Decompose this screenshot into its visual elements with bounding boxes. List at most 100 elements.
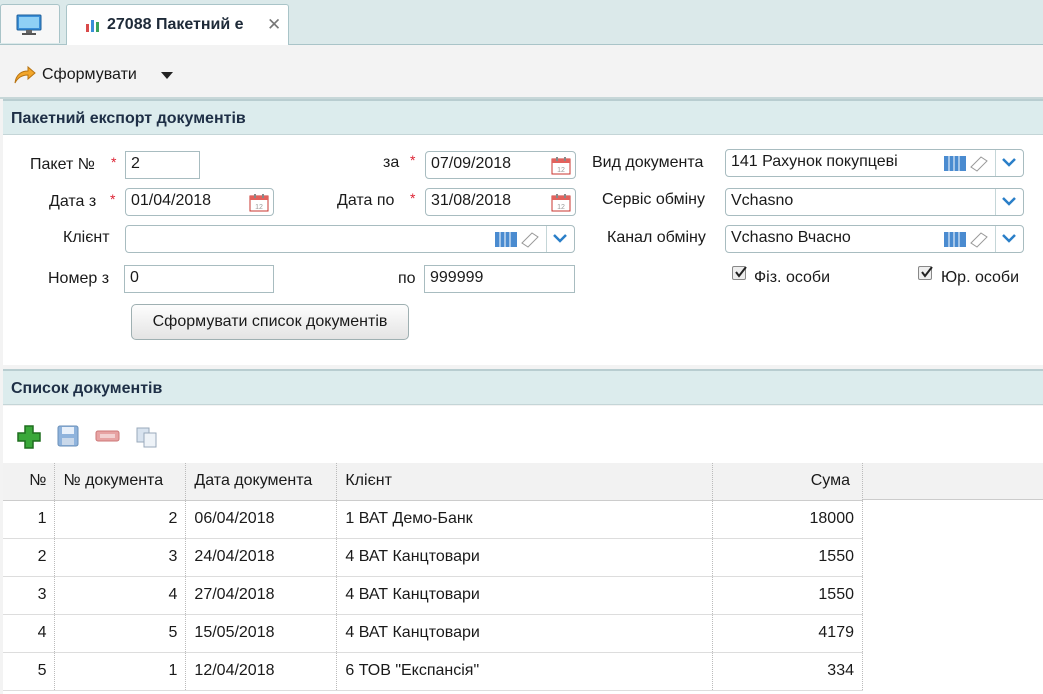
column-header-client[interactable]: Клієнт <box>336 463 714 501</box>
table-row[interactable]: 1 2 06/04/2018 1 ВАТ Демо-Банк 18000 <box>3 500 863 539</box>
cell-client: 4 ВАТ Канцтовари <box>336 614 714 653</box>
list-panel-title: Список документів <box>11 380 163 397</box>
column-header-doc-date[interactable]: Дата документа <box>185 463 338 501</box>
export-panel-header: Пакетний експорт документів <box>3 99 1043 135</box>
form-menu-label: Сформувати <box>42 66 137 83</box>
cell-doc-date: 27/04/2018 <box>185 576 338 615</box>
cell-row-number: 1 <box>3 500 56 539</box>
cell-client: 1 ВАТ Демо-Банк <box>336 500 714 539</box>
close-icon[interactable]: ✕ <box>267 15 281 35</box>
cell-doc-date: 12/04/2018 <box>185 652 338 691</box>
chart-icon <box>86 20 99 32</box>
cell-sum: 1550 <box>712 576 863 615</box>
date-to-label: Дата по <box>337 192 395 209</box>
client-label: Клієнт <box>63 229 110 246</box>
directory-icon[interactable] <box>494 231 542 248</box>
number-from-input[interactable]: 0 <box>124 265 274 293</box>
documents-grid: № № документа Дата документа Клієнт Сума… <box>3 463 863 691</box>
cell-doc-date: 24/04/2018 <box>185 538 338 577</box>
tab-document[interactable]: 27088 Пакетний е ✕ <box>66 4 289 45</box>
caret-down-icon <box>161 72 173 79</box>
build-list-button[interactable]: Сформувати список документів <box>131 304 409 340</box>
grid-header-row: № № документа Дата документа Клієнт Сума <box>3 463 863 501</box>
yur-checkbox[interactable] <box>918 266 933 280</box>
directory-icon[interactable] <box>943 155 991 172</box>
chevron-down-icon[interactable] <box>995 189 1023 215</box>
cell-sum: 1550 <box>712 538 863 577</box>
channel-select[interactable]: Vchasno Вчасно <box>725 225 1024 253</box>
channel-label: Канал обміну <box>607 229 706 246</box>
date-to-input[interactable]: 31/08/2018 12 <box>425 188 576 216</box>
save-icon[interactable] <box>57 425 79 447</box>
date-from-label: Дата з <box>49 193 97 210</box>
cell-sum: 4179 <box>712 614 863 653</box>
service-select[interactable]: Vchasno <box>725 188 1024 216</box>
table-row[interactable]: 2 3 24/04/2018 4 ВАТ Канцтовари 1550 <box>3 538 863 577</box>
required-mark: * <box>410 190 416 206</box>
cell-client: 4 ВАТ Канцтовари <box>336 576 714 615</box>
cell-row-number: 2 <box>3 538 56 577</box>
packet-label: Пакет № <box>30 156 95 173</box>
grid-header-filler <box>863 463 1043 500</box>
cell-sum: 334 <box>712 652 863 691</box>
cell-sum: 18000 <box>712 500 863 539</box>
cell-row-number: 4 <box>3 614 56 653</box>
cell-doc-number: 2 <box>54 500 187 539</box>
add-icon[interactable] <box>16 424 42 450</box>
svg-text:12: 12 <box>557 167 565 174</box>
packet-input[interactable]: 2 <box>125 151 200 179</box>
cell-row-number: 3 <box>3 576 56 615</box>
cell-doc-number: 3 <box>54 538 187 577</box>
cell-doc-number: 1 <box>54 652 187 691</box>
form-menu-button[interactable]: Сформувати <box>8 59 178 91</box>
copy-icon[interactable] <box>135 426 159 448</box>
calendar-icon[interactable]: 12 <box>551 156 571 175</box>
cell-client: 4 ВАТ Канцтовари <box>336 538 714 577</box>
yur-label: Юр. особи <box>941 269 1020 286</box>
doc-type-select[interactable]: 141 Рахунок покупцеві <box>725 149 1024 177</box>
number-from-label: Номер з <box>48 270 110 287</box>
delete-icon[interactable] <box>95 428 120 444</box>
cell-doc-number: 5 <box>54 614 187 653</box>
calendar-icon[interactable]: 12 <box>249 193 269 212</box>
export-panel-title: Пакетний експорт документів <box>11 110 246 127</box>
tab-document-title: 27088 Пакетний е <box>107 16 244 33</box>
number-to-input[interactable]: 999999 <box>424 265 575 293</box>
list-panel-header: Список документів <box>3 369 1043 405</box>
fiz-checkbox[interactable] <box>732 266 747 280</box>
monitor-icon <box>16 14 42 35</box>
fiz-label: Фіз. особи <box>754 269 831 286</box>
cell-client: 6 ТОВ "Експансія" <box>336 652 714 691</box>
table-row[interactable]: 3 4 27/04/2018 4 ВАТ Канцтовари 1550 <box>3 576 863 615</box>
column-header-sum[interactable]: Сума <box>712 463 863 501</box>
za-date-input[interactable]: 07/09/2018 12 <box>425 151 576 179</box>
date-from-input[interactable]: 01/04/2018 12 <box>125 188 274 216</box>
cell-doc-number: 4 <box>54 576 187 615</box>
table-row[interactable]: 5 1 12/04/2018 6 ТОВ "Експансія" 334 <box>3 652 863 691</box>
toolbar: Сформувати <box>0 53 1043 99</box>
directory-icon[interactable] <box>943 231 991 248</box>
cell-row-number: 5 <box>3 652 56 691</box>
required-mark: * <box>410 152 416 168</box>
cell-doc-date: 15/05/2018 <box>185 614 338 653</box>
svg-text:12: 12 <box>557 204 565 211</box>
service-label: Сервіс обміну <box>602 191 705 208</box>
column-header-number[interactable]: № <box>3 463 56 501</box>
tab-home[interactable] <box>0 4 60 43</box>
required-mark: * <box>111 154 117 170</box>
svg-text:12: 12 <box>255 204 263 211</box>
number-to-label: по <box>398 270 416 287</box>
table-row[interactable]: 4 5 15/05/2018 4 ВАТ Канцтовари 4179 <box>3 614 863 653</box>
calendar-icon[interactable]: 12 <box>551 193 571 212</box>
column-header-doc-number[interactable]: № документа <box>54 463 187 501</box>
required-mark: * <box>110 191 116 207</box>
doc-type-label: Вид документа <box>592 154 704 171</box>
chevron-down-icon[interactable] <box>995 150 1023 176</box>
chevron-down-icon[interactable] <box>546 226 574 252</box>
chevron-down-icon[interactable] <box>995 226 1023 252</box>
tab-bar: 27088 Пакетний е ✕ <box>0 0 1043 45</box>
za-label: за <box>383 154 400 171</box>
cell-doc-date: 06/04/2018 <box>185 500 338 539</box>
arrow-icon <box>14 65 36 84</box>
client-select[interactable] <box>125 225 575 253</box>
